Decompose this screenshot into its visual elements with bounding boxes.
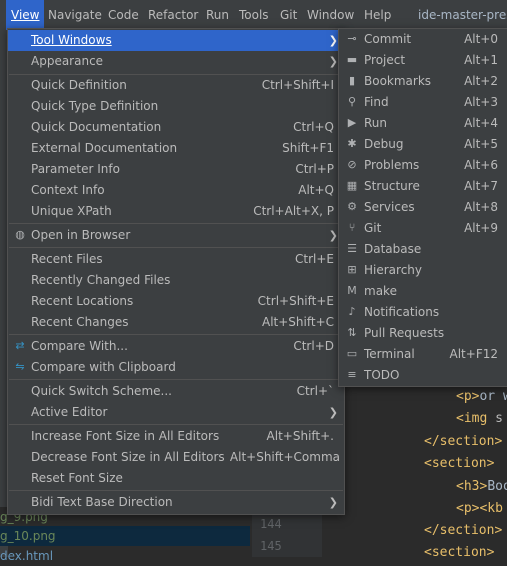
code-line: <section> [424,545,495,560]
tool-window-project[interactable]: ▬ Project Alt+1 [339,50,507,71]
menu-item-increase-font-size[interactable]: Increase Font Size in All Editors Alt+Shi… [8,426,344,447]
menu-item-appearance[interactable]: Appearance ❯ [8,51,344,72]
separator [9,223,343,224]
structure-icon: ▦ [346,179,358,192]
tool-window-pull-requests[interactable]: ⇅ Pull Requests [339,323,507,344]
separator [9,247,343,248]
tool-window-make[interactable]: Mmake [339,281,507,302]
menu-code[interactable]: Code [108,0,139,30]
menu-item-quick-documentation[interactable]: Quick Documentation Ctrl+Q [8,117,344,138]
tool-window-todo[interactable]: ≡ TODO [339,365,507,386]
menu-item-external-documentation[interactable]: External Documentation Shift+F1 [8,138,344,159]
separator [9,334,343,335]
bookmark-icon: ▮ [348,74,356,87]
project-title: ide-master-prese [418,8,507,22]
terminal-icon: ▭ [346,347,358,360]
compare-icon: ⇄ [15,339,25,352]
line-number: 144 [260,517,282,531]
menu-item-quick-switch-scheme[interactable]: Quick Switch Scheme... Ctrl+` [8,381,344,402]
menu-item-open-in-browser[interactable]: ◍ Open in Browser ❯ [8,225,344,246]
services-icon: ⚙ [347,200,357,213]
menu-item-reset-font-size[interactable]: Reset Font Size [8,468,344,489]
clipboard-compare-icon: ⇋ [15,360,25,373]
menu-item-recent-changes[interactable]: Recent Changes Alt+Shift+C [8,312,344,333]
menu-run[interactable]: Run [206,0,229,30]
menu-item-parameter-info[interactable]: Parameter Info Ctrl+P [8,159,344,180]
pull-request-icon: ⇅ [347,326,357,339]
database-icon: ☰ [347,242,357,255]
warning-icon: ⊘ [347,158,357,171]
menu-item-tool-windows[interactable]: Tool Windows ❯ [8,30,344,51]
menu-item-recently-changed-files[interactable]: Recently Changed Files [8,270,344,291]
menu-item-bidi-text-base-direction[interactable]: Bidi Text Base Direction ❯ [8,492,344,513]
tool-windows-submenu: ⊸ Commit Alt+0 ▬ Project Alt+1 ▮ Bookmarks Alt… [338,28,507,387]
bug-icon: ✱ [347,137,357,150]
menu-item-decrease-font-size[interactable]: Decrease Font Size in All Editors Alt+Shi… [8,447,344,468]
code-line: <img s [456,411,503,426]
tool-window-commit[interactable]: ⊸ Commit Alt+0 [339,29,507,50]
tool-window-git[interactable]: ⑂ Git Alt+9 [339,218,507,239]
tool-window-services[interactable]: ⚙ Services Alt+8 [339,197,507,218]
separator [9,424,343,425]
tool-window-terminal[interactable]: ▭ Terminal Alt+F12 [339,344,507,365]
make-icon: M [347,284,357,297]
code-line: </section> [424,523,503,538]
git-icon: ⑂ [348,221,356,234]
code-line: <p>or w [456,389,507,404]
menu-item-compare-with[interactable]: ⇄ Compare With... Ctrl+D [8,336,344,357]
hierarchy-icon: ⊞ [347,263,357,276]
file-item[interactable]: dex.html [0,546,250,566]
code-line: <section> [424,456,495,471]
menu-item-quick-type-definition[interactable]: Quick Type Definition [8,96,344,117]
menu-git[interactable]: Git [280,0,297,30]
code-line: </section> [424,434,503,449]
menu-bar: View Navigate Code Refactor Run Tools Gi… [0,0,507,30]
commit-icon: ⊸ [347,32,357,45]
tool-window-find[interactable]: ⚲ Find Alt+3 [339,92,507,113]
todo-icon: ≡ [347,368,357,381]
code-line: <p><kb [456,501,503,516]
menu-tools[interactable]: Tools [239,0,269,30]
menu-item-unique-xpath[interactable]: Unique XPath Ctrl+Alt+X, P [8,201,344,222]
menu-item-recent-files[interactable]: Recent Files Ctrl+E [8,249,344,270]
tool-window-database[interactable]: ☰ Database [339,239,507,260]
tool-window-problems[interactable]: ⊘ Problems Alt+6 [339,155,507,176]
line-number: 145 [260,539,282,553]
separator [9,490,343,491]
file-item[interactable]: g_10.png [0,526,250,546]
tool-window-hierarchy[interactable]: ⊞ Hierarchy [339,260,507,281]
menu-item-compare-with-clipboard[interactable]: ⇋ Compare with Clipboard [8,357,344,378]
search-icon: ⚲ [347,95,357,108]
menu-window[interactable]: Window [307,0,354,30]
menu-item-quick-definition[interactable]: Quick Definition Ctrl+Shift+I [8,75,344,96]
tool-window-notifications[interactable]: ♪ Notifications [339,302,507,323]
separator [9,379,343,380]
code-line: <h3>Boo [456,479,507,494]
view-menu: Tool Windows ❯ Appearance ❯ Quick Definiti… [7,28,345,515]
menu-refactor[interactable]: Refactor [148,0,198,30]
tool-window-debug[interactable]: ✱ Debug Alt+5 [339,134,507,155]
play-icon: ▶ [347,116,357,129]
menu-item-context-info[interactable]: Context Info Alt+Q [8,180,344,201]
menu-navigate[interactable]: Navigate [48,0,102,30]
menu-item-recent-locations[interactable]: Recent Locations Ctrl+Shift+E [8,291,344,312]
tool-window-run[interactable]: ▶ Run Alt+4 [339,113,507,134]
folder-icon: ▬ [346,53,358,66]
menu-item-active-editor[interactable]: Active Editor ❯ [8,402,344,423]
menu-help[interactable]: Help [364,0,391,30]
globe-icon: ◍ [15,228,25,241]
tool-window-bookmarks[interactable]: ▮ Bookmarks Alt+2 [339,71,507,92]
tool-window-structure[interactable]: ▦ Structure Alt+7 [339,176,507,197]
menu-view[interactable]: View [6,0,45,30]
bell-icon: ♪ [348,305,356,318]
